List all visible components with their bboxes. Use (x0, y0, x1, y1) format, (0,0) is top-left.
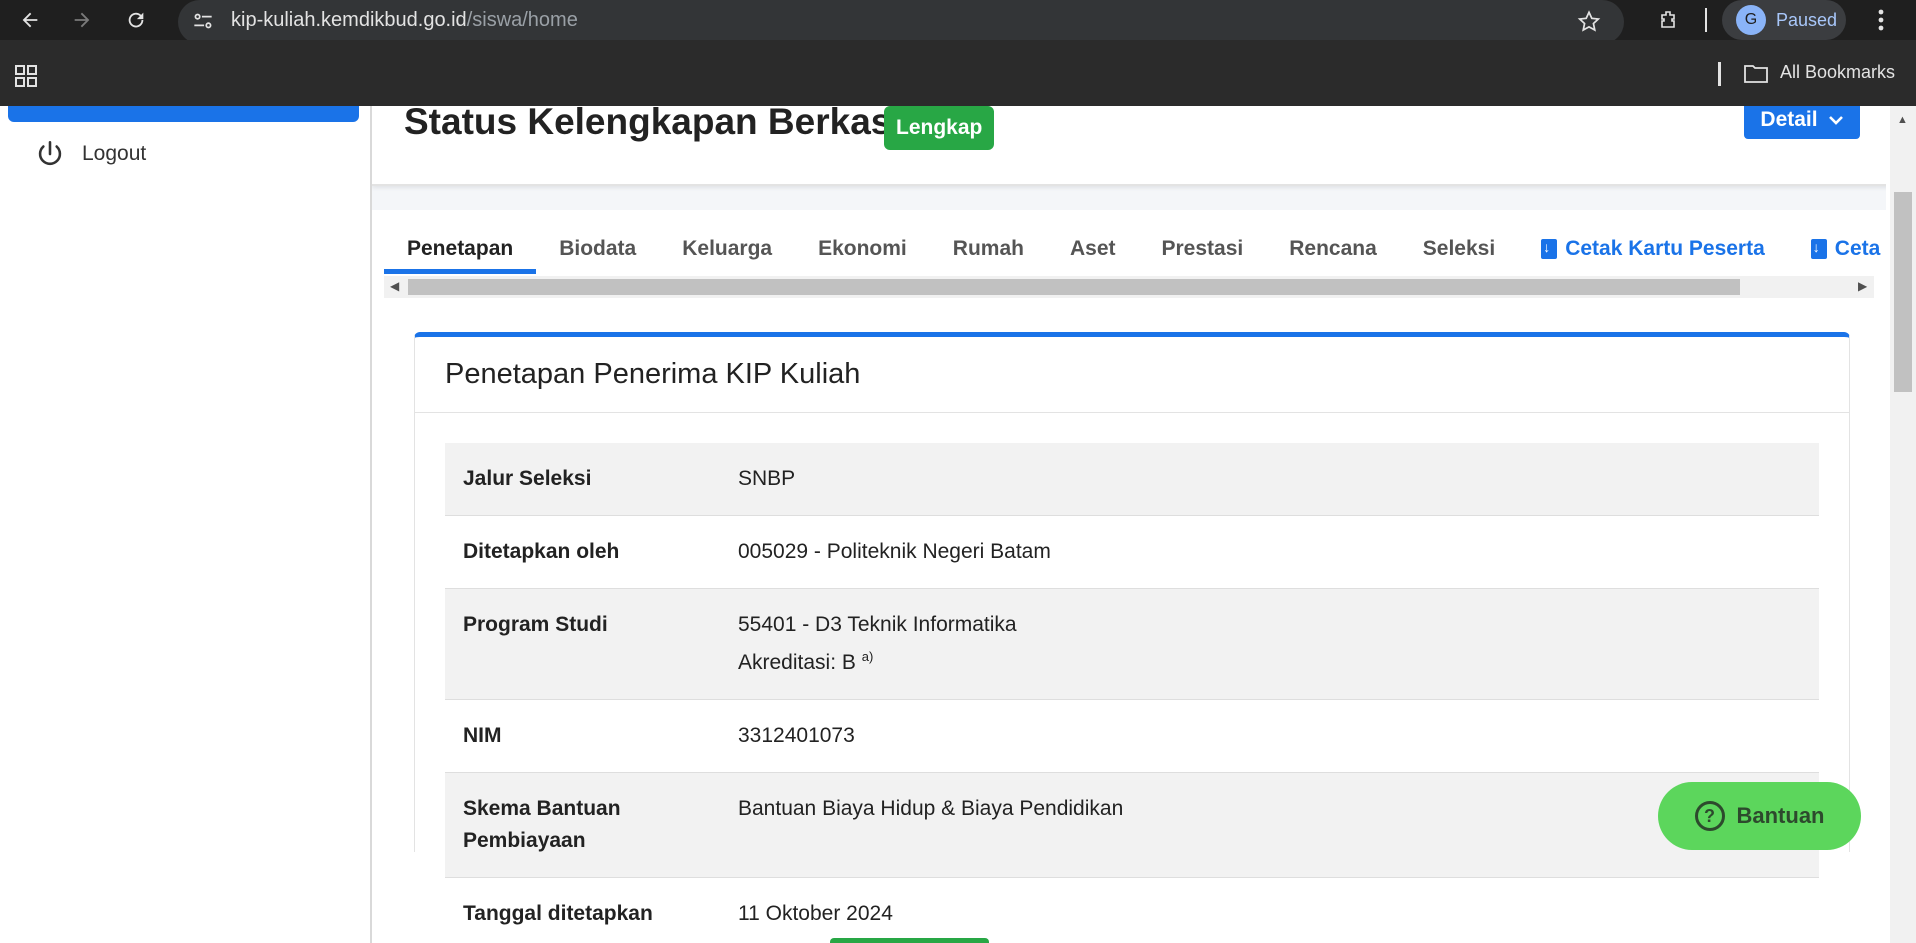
accreditation-value: Akreditasi: B (738, 651, 856, 674)
row-value: Bantuan Biaya Hidup & Biaya Pendidikan (738, 797, 1124, 820)
status-card: Status Kelengkapan Berkas Lengkap Detail (372, 106, 1886, 186)
menu-kebab-icon[interactable] (1866, 0, 1896, 40)
reload-icon[interactable] (118, 0, 154, 40)
forward-icon[interactable] (64, 0, 100, 40)
tab-label: Aset (1069, 237, 1116, 260)
row-key: Skema Bantuan Pembiayaan (463, 797, 621, 852)
question-icon: ? (1694, 801, 1725, 831)
tab-aset[interactable]: Aset (1047, 224, 1139, 274)
avatar: G (1736, 5, 1766, 35)
profile-status: Paused (1776, 9, 1838, 30)
power-icon (38, 141, 62, 166)
back-icon[interactable] (12, 0, 48, 40)
tab-bar: Penetapan Biodata Keluarga Ekonomi Rumah… (384, 224, 1886, 274)
tabs-scrollbar-thumb[interactable] (408, 279, 1740, 295)
folder-icon (1744, 64, 1768, 83)
bookmarks-divider (1718, 62, 1721, 86)
scroll-right-icon[interactable]: ▶ (1858, 279, 1867, 293)
logout-label: Logout (82, 142, 147, 165)
sidebar-item-logout[interactable]: Logout (36, 140, 146, 168)
tab-label: Penetapan (407, 237, 514, 260)
row-value: 005029 - Politeknik Negeri Batam (738, 540, 1051, 563)
table-row: Jalur Seleksi SNBP (445, 443, 1819, 516)
tab-rencana[interactable]: Rencana (1266, 224, 1400, 274)
tab-label: Ekonomi (818, 237, 907, 260)
panel-title: Penetapan Penerima KIP Kuliah (415, 337, 1849, 413)
browser-toolbar: kip-kuliah.kemdikbud.go.id/siswa/home G … (0, 0, 1916, 44)
tab-label: Rumah (952, 237, 1024, 260)
chevron-down-icon (1828, 116, 1843, 125)
all-bookmarks-button[interactable]: All Bookmarks (1744, 62, 1895, 83)
bookmark-star-icon[interactable] (1576, 9, 1602, 40)
row-value: 3312401073 (738, 724, 855, 747)
tab-cetak-kartu-peserta[interactable]: Cetak Kartu Peserta (1518, 224, 1788, 274)
tab-prestasi[interactable]: Prestasi (1139, 224, 1267, 274)
detail-label: Detail (1760, 108, 1818, 131)
page-scrollbar-thumb[interactable] (1894, 192, 1912, 392)
all-bookmarks-label: All Bookmarks (1780, 62, 1896, 82)
row-key: Tanggal ditetapkan (463, 902, 653, 925)
row-key: NIM (463, 724, 502, 747)
table-row: Skema Bantuan Pembiayaan Bantuan Biaya H… (445, 773, 1819, 878)
url-host: kip-kuliah.kemdikbud.go.id (231, 9, 467, 31)
row-key: Ditetapkan oleh (463, 540, 620, 563)
tab-biodata[interactable]: Biodata (536, 224, 659, 274)
scroll-left-icon[interactable]: ◀ (390, 279, 399, 293)
tabs-scrollbar[interactable]: ◀ ▶ (384, 276, 1874, 298)
tab-label: Prestasi (1161, 237, 1244, 260)
table-row: Tanggal ditetapkan 11 Oktober 2024 (445, 878, 1819, 943)
tab-label: Seleksi (1422, 237, 1496, 260)
sidebar: Logout (0, 106, 372, 943)
bookmarks-bar (0, 40, 1916, 106)
tab-cetak-more[interactable]: Ceta (1788, 224, 1886, 274)
row-value: SNBP (738, 467, 796, 490)
table-row: NIM 3312401073 (445, 700, 1819, 773)
row-value-group: 55401 - D3 Teknik Informatika Akreditasi… (738, 609, 1017, 679)
table-row: Program Studi 55401 - D3 Teknik Informat… (445, 589, 1819, 700)
tab-label: Rencana (1289, 237, 1377, 260)
toolbar-divider (1705, 8, 1707, 32)
help-button[interactable]: ? Bantuan (1658, 782, 1861, 850)
tab-label: Cetak Kartu Peserta (1565, 237, 1765, 260)
row-key: Jalur Seleksi (463, 467, 592, 490)
penetapan-panel: Penetapan Penerima KIP Kuliah Jalur Sele… (414, 332, 1850, 925)
site-settings-icon[interactable] (190, 8, 216, 39)
file-download-icon (1810, 239, 1827, 259)
penetapan-table: Jalur Seleksi SNBP Ditetapkan oleh 00502… (445, 443, 1819, 943)
row-value: 11 Oktober 2024 (738, 902, 893, 925)
action-button-partial[interactable] (830, 938, 989, 943)
help-label: Bantuan (1736, 803, 1825, 828)
file-download-icon (1541, 239, 1558, 259)
tab-rumah[interactable]: Rumah (930, 224, 1047, 274)
apps-grid-icon[interactable] (14, 64, 38, 93)
accreditation-line: Akreditasi: B a) (738, 641, 1017, 679)
extensions-icon[interactable] (1650, 0, 1686, 40)
table-row: Ditetapkan oleh 005029 - Politeknik Nege… (445, 516, 1819, 589)
url-path: /siswa/home (466, 9, 578, 31)
status-title: Status Kelengkapan Berkas (404, 106, 892, 142)
page-scrollbar[interactable]: ▲ (1890, 106, 1916, 943)
url-text: kip-kuliah.kemdikbud.go.id/siswa/home (231, 9, 578, 32)
sidebar-active-item[interactable] (8, 106, 359, 122)
status-badge: Lengkap (884, 106, 995, 150)
address-bar[interactable]: kip-kuliah.kemdikbud.go.id/siswa/home (178, 0, 1624, 44)
tab-ekonomi[interactable]: Ekonomi (795, 224, 930, 274)
row-value: 55401 - D3 Teknik Informatika (738, 613, 1017, 636)
tab-penetapan[interactable]: Penetapan (384, 224, 537, 274)
row-key: Program Studi (463, 613, 608, 636)
tab-keluarga[interactable]: Keluarga (659, 224, 795, 274)
tab-label: Keluarga (682, 237, 773, 260)
accreditation-footnote: a) (861, 649, 874, 664)
tab-label: Biodata (559, 237, 637, 260)
scroll-up-icon[interactable]: ▲ (1897, 114, 1908, 126)
tab-label: Ceta (1834, 237, 1881, 260)
detail-button[interactable]: Detail (1744, 106, 1860, 139)
tab-seleksi[interactable]: Seleksi (1400, 224, 1518, 274)
profile-button[interactable]: G Paused (1722, 0, 1846, 40)
